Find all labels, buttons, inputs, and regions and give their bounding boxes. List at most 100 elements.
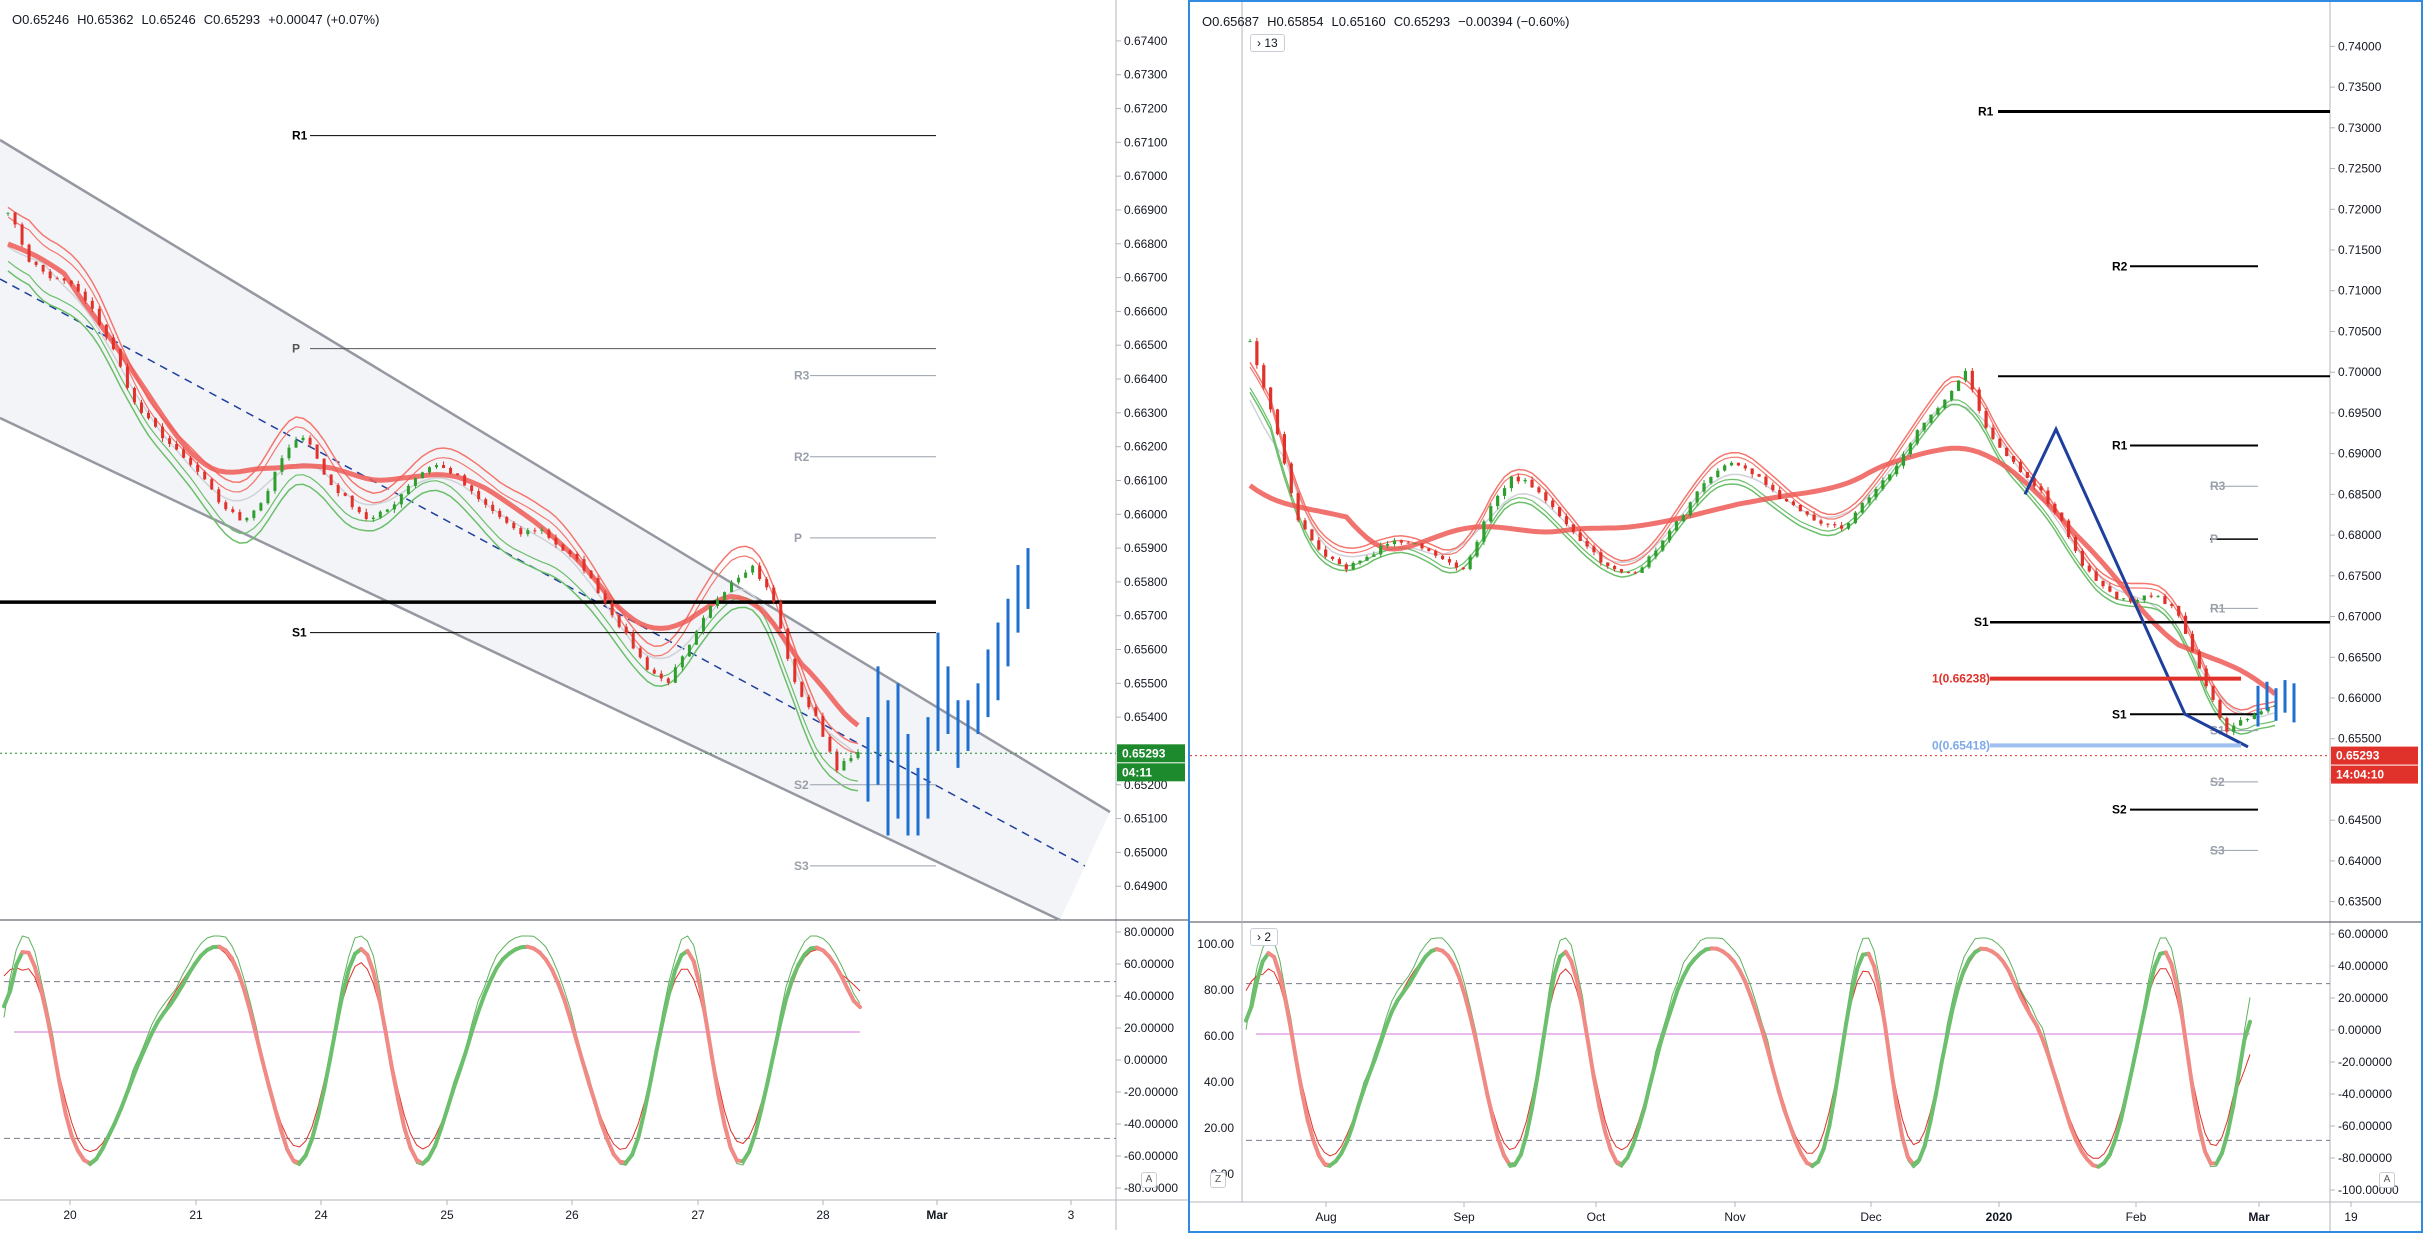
left-pivot-level-label: P bbox=[292, 342, 300, 356]
left-candle-body bbox=[463, 475, 467, 486]
right-osc-signal-segment bbox=[1889, 1066, 1899, 1108]
zoom-reset-button[interactable]: Z bbox=[1210, 1172, 1226, 1188]
right-osc-signal-segment bbox=[1378, 1024, 1389, 1045]
right-date-tick-label: 19 bbox=[2344, 1210, 2358, 1224]
left-auto-scale-button[interactable]: A bbox=[1141, 1172, 1157, 1188]
left-candle-body bbox=[203, 471, 207, 480]
right-pivot-level-label: R3 bbox=[2210, 479, 2226, 493]
right-candle-body bbox=[1372, 554, 1376, 557]
right-osc-signal-segment bbox=[2040, 1037, 2051, 1057]
right-candle-body bbox=[1929, 414, 1933, 423]
right-osc-tick-label: -40.00000 bbox=[2338, 1087, 2392, 1101]
left-date-tick-label: Mar bbox=[926, 1208, 948, 1222]
left-candle-body bbox=[41, 264, 45, 272]
right-date-tick-label: Aug bbox=[1315, 1210, 1336, 1224]
right-osc-signal-segment bbox=[1373, 1040, 1383, 1062]
left-candle-body bbox=[217, 489, 221, 503]
right-osc-signal-segment bbox=[1877, 990, 1888, 1031]
left-price-tick-label: 0.66400 bbox=[1124, 372, 1168, 386]
oscillator-collapse-button[interactable]: › 2 bbox=[1250, 928, 1279, 946]
right-osc-signal-segment bbox=[1849, 966, 1860, 995]
left-candle-body bbox=[561, 544, 565, 551]
left-candle-body bbox=[55, 278, 59, 280]
right-osc-signal-segment bbox=[1490, 1116, 1501, 1142]
right-candle-body bbox=[1716, 470, 1720, 478]
left-change: +0.00047 (+0.07%) bbox=[268, 12, 380, 27]
right-chart-canvas[interactable]: 0.74000 0.73500 0.73000 0.72500 0.72000 0.715… bbox=[1190, 2, 2421, 1231]
right-osc-tick-label: 0.00000 bbox=[2338, 1023, 2382, 1037]
left-candle-body bbox=[673, 667, 677, 683]
right-auto-scale-button[interactable]: A bbox=[2379, 1172, 2395, 1188]
right-candle-body bbox=[2080, 550, 2084, 566]
left-date-tick-label: 26 bbox=[565, 1208, 579, 1222]
left-candle-body bbox=[708, 605, 712, 618]
right-candle-body bbox=[2183, 615, 2188, 634]
right-countdown-text: 14:04:10 bbox=[2336, 768, 2384, 782]
right-candle-body bbox=[1798, 505, 1802, 512]
left-candle-body bbox=[406, 485, 410, 495]
right-chart-pane[interactable]: 0.74000 0.73500 0.73000 0.72500 0.72000 0.715… bbox=[1188, 0, 2423, 1233]
right-osc-signal-segment bbox=[1361, 1071, 1372, 1092]
right-date-tick-label: Mar bbox=[2248, 1210, 2270, 1224]
right-osc-tick-label: 40.00000 bbox=[2338, 959, 2388, 973]
right-candle-body bbox=[1282, 434, 1286, 464]
right-candle-body bbox=[1840, 525, 1844, 529]
right-candle-body bbox=[1564, 516, 1569, 525]
right-osc-signal-segment bbox=[1462, 993, 1473, 1019]
right-candle-body bbox=[1482, 521, 1486, 542]
right-osc-signal-segment bbox=[2191, 1095, 2202, 1132]
right-osc-fast-green bbox=[1245, 937, 2251, 1169]
left-osc-signal-segment bbox=[229, 956, 241, 974]
left-osc-tick-label: 60.00000 bbox=[1124, 957, 1174, 971]
right-candle-body bbox=[1674, 521, 1679, 531]
chevron-right-icon: › bbox=[1257, 36, 1261, 50]
right-ohlc-legend: O0.65687 H0.65854 L0.65160 C0.65293 −0.00394… bbox=[1202, 14, 1577, 29]
left-candle-body bbox=[13, 212, 17, 225]
left-osc-tick-label: -60.00000 bbox=[1124, 1149, 1178, 1163]
right-candle-body bbox=[1275, 409, 1280, 435]
right-candle-body bbox=[1248, 341, 1252, 343]
left-high: H0.65362 bbox=[77, 12, 134, 27]
left-candle-body bbox=[301, 437, 305, 441]
right-candle-body bbox=[1599, 552, 1603, 563]
left-candle-body bbox=[364, 512, 368, 520]
left-chart-canvas[interactable]: 0.67400 0.67300 0.67200 0.67100 0.67000 0.669… bbox=[0, 0, 1188, 1233]
right-price-tick-label: 0.68000 bbox=[2338, 528, 2382, 542]
right-price-tick-label: 0.74000 bbox=[2338, 39, 2382, 53]
right-candle-body bbox=[1950, 390, 1954, 400]
right-candle-body bbox=[1447, 559, 1452, 563]
left-chart-pane[interactable]: 0.67400 0.67300 0.67200 0.67100 0.67000 0.669… bbox=[0, 0, 1188, 1233]
right-candle-body bbox=[1551, 500, 1555, 508]
left-osc-signal-segment bbox=[765, 1051, 776, 1085]
right-candle-body bbox=[1379, 545, 1383, 555]
right-osc-signal-segment bbox=[1776, 1089, 1787, 1113]
right-osc-signal-segment bbox=[1939, 1033, 1950, 1066]
left-osc-signal-segment bbox=[445, 1086, 456, 1111]
left-osc-signal-segment bbox=[747, 1131, 758, 1154]
left-price-tick-label: 0.66800 bbox=[1124, 237, 1168, 251]
left-candle-body bbox=[104, 324, 108, 338]
left-candle-body bbox=[589, 570, 593, 579]
right-candle-body bbox=[1413, 543, 1417, 545]
right-candle-body bbox=[1963, 370, 1968, 381]
right-candle-body bbox=[1936, 408, 1940, 415]
indicators-collapse-button[interactable]: › 13 bbox=[1250, 34, 1285, 52]
left-candle-body bbox=[849, 758, 853, 762]
right-osc-signal-segment bbox=[2118, 1092, 2129, 1122]
right-candle-body bbox=[1853, 512, 1857, 524]
left-osc-signal-segment bbox=[408, 1145, 419, 1162]
right-osc-signal-segment bbox=[1524, 1106, 1535, 1137]
right-osc-signal-segment bbox=[1485, 1091, 1495, 1121]
right-candle-body bbox=[1255, 341, 1259, 366]
right-osc-signal-segment bbox=[1670, 986, 1680, 1008]
left-osc-tick-label: 40.00000 bbox=[1124, 989, 1174, 1003]
left-date-tick-label: 28 bbox=[816, 1208, 830, 1222]
right-candle-body bbox=[1392, 540, 1397, 545]
indicator-count: 13 bbox=[1264, 36, 1278, 50]
left-last-price-text: 0.65293 bbox=[1122, 746, 1166, 760]
right-candle-body bbox=[1943, 399, 1947, 409]
left-open: O0.65246 bbox=[12, 12, 70, 27]
left-candle-body bbox=[399, 494, 403, 505]
right-candle-body bbox=[1441, 555, 1445, 560]
left-candle-body bbox=[786, 628, 790, 659]
